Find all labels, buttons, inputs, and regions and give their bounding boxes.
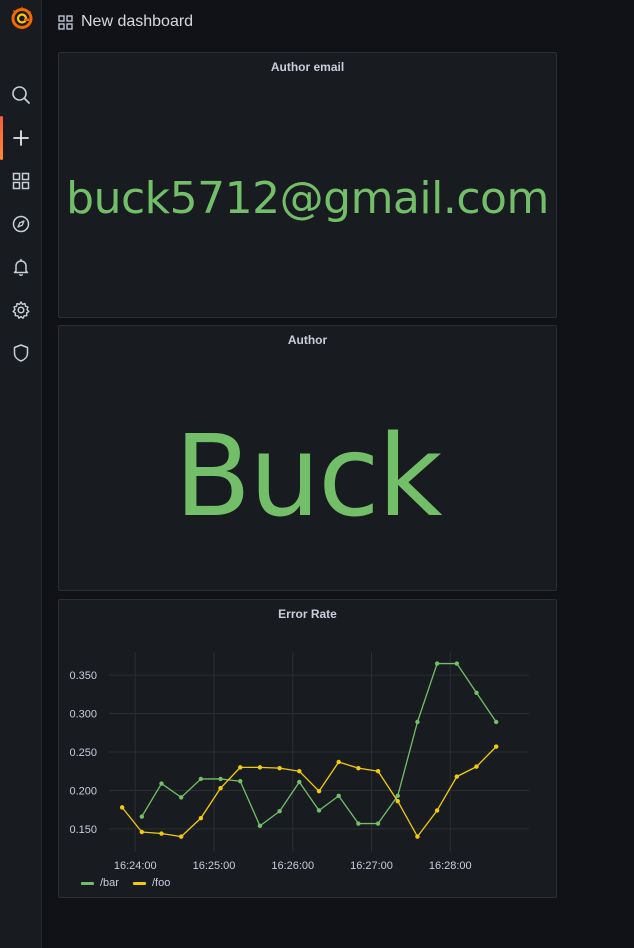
data-point-bar bbox=[159, 781, 164, 786]
legend-item-bar[interactable]: /bar bbox=[81, 877, 119, 889]
search-icon bbox=[12, 86, 30, 104]
legend-item-foo[interactable]: /foo bbox=[132, 877, 171, 889]
data-point-foo bbox=[238, 765, 243, 770]
sidebar bbox=[0, 0, 42, 948]
grafana-logo[interactable] bbox=[9, 5, 35, 31]
error-rate-chart: 0.150 0.200 0.250 0.300 0.350 16:24:00 16:25:0… bbox=[69, 652, 529, 872]
y-tick-label: 0.350 bbox=[69, 670, 97, 682]
panel-author[interactable]: Author Buck bbox=[58, 325, 557, 591]
stat-value: buck5712@gmail.com bbox=[66, 173, 549, 224]
data-point-bar bbox=[297, 779, 302, 785]
data-point-foo bbox=[493, 744, 499, 749]
data-point-foo bbox=[218, 785, 223, 791]
data-point-foo bbox=[434, 808, 440, 813]
apps-icon bbox=[58, 14, 73, 30]
panel-title[interactable]: Author email bbox=[59, 60, 556, 74]
panel-author-email[interactable]: Author email buck5712@gmail.com bbox=[58, 52, 557, 318]
x-tick-label: 16:25:00 bbox=[193, 860, 236, 872]
legend-label: /bar bbox=[100, 877, 119, 889]
compass-icon bbox=[12, 215, 30, 233]
plus-icon bbox=[13, 130, 29, 146]
data-point-foo bbox=[159, 831, 164, 836]
panel-title[interactable]: Author bbox=[59, 333, 556, 347]
y-tick-label: 0.300 bbox=[69, 709, 97, 721]
data-point-foo bbox=[277, 765, 282, 771]
data-point-foo bbox=[178, 834, 184, 839]
x-tick-label: 16:27:00 bbox=[350, 860, 393, 872]
data-point-foo bbox=[297, 769, 302, 774]
data-point-foo bbox=[257, 765, 263, 770]
data-point-bar bbox=[277, 809, 282, 814]
data-point-bar bbox=[257, 823, 263, 829]
data-point-bar bbox=[474, 690, 479, 695]
data-point-bar bbox=[336, 793, 341, 799]
data-point-bar bbox=[395, 793, 400, 799]
data-point-foo bbox=[415, 834, 420, 839]
data-point-bar bbox=[198, 776, 204, 782]
y-tick-label: 0.150 bbox=[69, 824, 97, 836]
x-tick-label: 16:28:00 bbox=[429, 860, 472, 872]
panel-error-rate[interactable]: Error Rate 0.150 0.200 0.250 0.300 0.350 16:2… bbox=[58, 599, 557, 898]
data-point-bar bbox=[139, 814, 145, 819]
legend-swatch bbox=[81, 881, 94, 885]
nav-alerting[interactable] bbox=[0, 249, 42, 285]
nav-search[interactable] bbox=[0, 77, 42, 113]
x-tick-label: 16:24:00 bbox=[114, 860, 157, 872]
data-point-foo bbox=[454, 774, 460, 779]
data-point-bar bbox=[316, 808, 322, 813]
data-point-bar bbox=[415, 719, 420, 725]
data-point-foo bbox=[336, 759, 341, 765]
y-tick-label: 0.200 bbox=[69, 785, 97, 797]
data-point-bar bbox=[454, 661, 460, 666]
data-point-bar bbox=[238, 779, 243, 784]
data-point-foo bbox=[198, 815, 204, 821]
stat-value: Buck bbox=[174, 412, 442, 542]
chart-legend: /bar /foo bbox=[81, 877, 170, 889]
nav-server-admin[interactable] bbox=[0, 335, 42, 371]
dashboards-icon bbox=[12, 172, 30, 190]
gear-icon bbox=[12, 301, 30, 319]
data-point-bar bbox=[178, 795, 184, 800]
series-line-foo bbox=[121, 746, 497, 838]
data-point-foo bbox=[119, 805, 125, 810]
nav-dashboards[interactable] bbox=[0, 163, 42, 199]
data-point-bar bbox=[493, 719, 499, 725]
nav-configuration[interactable] bbox=[0, 292, 42, 328]
dashboard-title[interactable]: New dashboard bbox=[81, 13, 193, 31]
data-point-bar bbox=[356, 821, 361, 826]
data-point-bar bbox=[375, 821, 381, 826]
data-point-foo bbox=[474, 764, 479, 769]
legend-swatch bbox=[132, 881, 146, 885]
nav-create[interactable] bbox=[0, 116, 42, 160]
data-point-foo bbox=[356, 765, 361, 771]
data-point-bar bbox=[434, 661, 440, 666]
nav-explore[interactable] bbox=[0, 206, 42, 242]
data-point-foo bbox=[395, 799, 400, 804]
shield-icon bbox=[13, 344, 29, 362]
y-tick-label: 0.250 bbox=[69, 747, 97, 759]
data-point-bar bbox=[218, 776, 223, 782]
legend-label: /foo bbox=[151, 877, 171, 889]
bell-icon bbox=[13, 258, 29, 277]
data-point-foo bbox=[316, 789, 322, 794]
x-tick-label: 16:26:00 bbox=[271, 860, 314, 872]
data-point-foo bbox=[375, 769, 381, 774]
data-point-foo bbox=[139, 829, 145, 835]
dashboard-header: New dashboard bbox=[58, 12, 193, 32]
